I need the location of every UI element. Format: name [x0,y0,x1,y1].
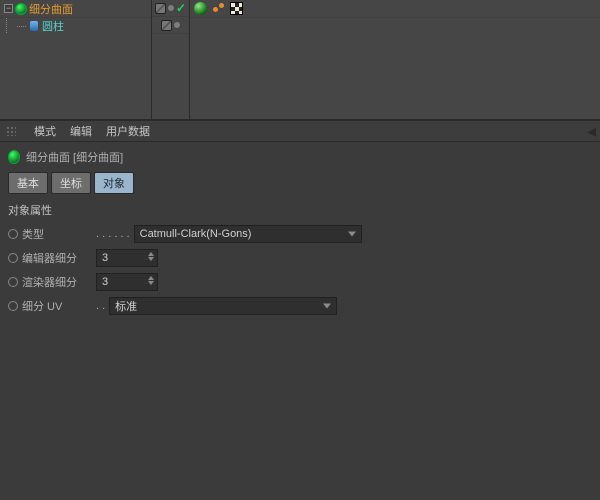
phong-tag-icon[interactable] [194,2,207,15]
tree-item-label: 圆柱 [42,18,64,34]
attribute-title: 细分曲面 [细分曲面] [26,149,123,165]
object-tree[interactable]: − 细分曲面 圆柱 [0,0,152,119]
grip-icon[interactable] [6,126,16,136]
vis-dot-icon[interactable] [174,22,180,28]
object-properties-form: 类型 . . . . . . Catmull-Clark(N-Gons) 编辑器… [0,220,600,320]
tree-branch [17,26,26,27]
enabled-check-icon[interactable]: ✓ [176,1,186,15]
dropdown-value: Catmull-Clark(N-Gons) [140,228,252,240]
attribute-tabs: 基本 坐标 对象 [0,172,600,200]
anim-dot-icon[interactable] [8,253,18,263]
tree-indent [6,18,15,35]
tree-row-parent[interactable]: − 细分曲面 [0,0,151,17]
dropdown-subdiv-uv[interactable]: 标准 [109,297,337,315]
menu-userdata[interactable]: 用户数据 [106,123,150,139]
input-render-subdiv[interactable]: 3 [96,273,158,291]
texture-tag-icon[interactable] [230,2,243,15]
row-editor-subdiv: 编辑器细分 3 [8,248,592,268]
menu-edit[interactable]: 编辑 [70,123,92,139]
tab-basic[interactable]: 基本 [8,172,48,194]
tree-item-label: 细分曲面 [29,1,73,17]
label-dots: . . . . . . [96,228,130,240]
visibility-cell-parent[interactable]: ✓ [152,0,189,17]
history-back-icon[interactable]: ◂ [587,121,596,142]
anim-dot-icon[interactable] [8,277,18,287]
particle-tag-icon[interactable] [213,3,224,14]
tab-object[interactable]: 对象 [94,172,134,194]
label-type: 类型 [22,226,92,242]
tab-coord[interactable]: 坐标 [51,172,91,194]
vis-dot-icon[interactable] [168,5,174,11]
dropdown-value: 标准 [115,298,137,314]
object-tags-column [190,0,600,119]
anim-dot-icon[interactable] [8,301,18,311]
object-manager: − 细分曲面 圆柱 ✓ [0,0,600,120]
input-value: 3 [102,252,108,264]
visibility-cell-child[interactable] [152,17,189,34]
label-dots: . . [96,300,105,312]
input-value: 3 [102,276,108,288]
menu-mode[interactable]: 模式 [34,123,56,139]
label-render-subdiv: 渲染器细分 [22,274,92,290]
expand-toggle[interactable]: − [4,4,13,13]
chevron-down-icon [348,232,356,237]
tags-row-child[interactable] [190,17,600,34]
tree-row-child[interactable]: 圆柱 [0,17,151,34]
input-editor-subdiv[interactable]: 3 [96,249,158,267]
chevron-down-icon [323,304,331,309]
dropdown-type[interactable]: Catmull-Clark(N-Gons) [134,225,362,243]
tags-row-parent[interactable] [190,0,600,17]
label-subdiv-uv: 细分 UV [22,298,92,314]
layer-dot-icon[interactable] [155,3,166,14]
row-subdiv-uv: 细分 UV . . 标准 [8,296,592,316]
row-render-subdiv: 渲染器细分 3 [8,272,592,292]
spinner-icon[interactable] [148,252,154,261]
spinner-icon[interactable] [148,276,154,285]
label-editor-subdiv: 编辑器细分 [22,250,92,266]
group-label: 对象属性 [0,200,600,220]
subdivision-surface-icon [8,150,20,164]
attribute-menubar: 模式 编辑 用户数据 ◂ [0,120,600,142]
anim-dot-icon[interactable] [8,229,18,239]
cylinder-icon [28,20,40,32]
object-visibility-column: ✓ [152,0,190,119]
layer-dot-icon[interactable] [161,20,172,31]
subdivision-surface-icon [15,3,27,15]
row-type: 类型 . . . . . . Catmull-Clark(N-Gons) [8,224,592,244]
attribute-header: 细分曲面 [细分曲面] [0,142,600,172]
